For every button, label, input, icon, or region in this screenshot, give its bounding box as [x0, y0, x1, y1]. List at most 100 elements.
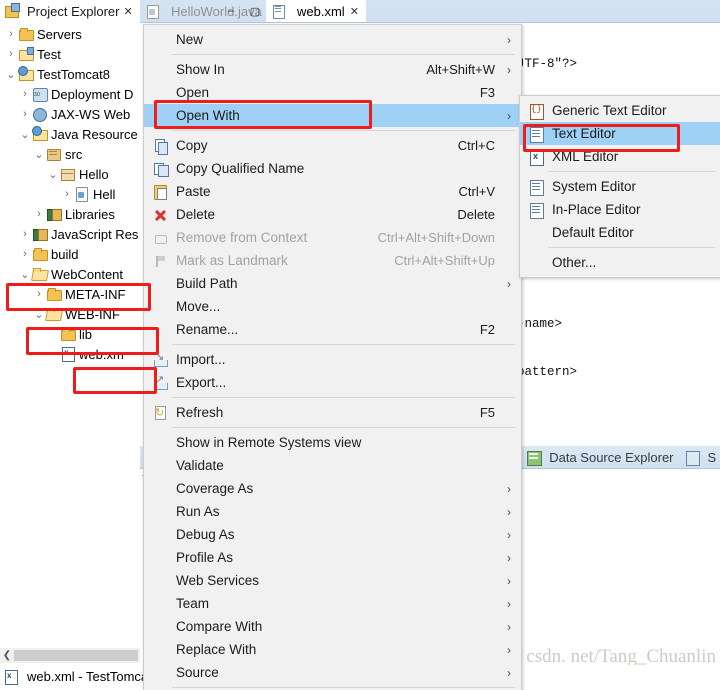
tree-item-testtomcat8[interactable]: ⌄ TestTomcat8: [0, 64, 140, 84]
export-icon-slot: [152, 373, 168, 391]
menu-item-debug-as[interactable]: Debug As ›: [144, 523, 521, 546]
xml-file-icon: [273, 3, 290, 19]
submenu-item-system-editor[interactable]: System Editor: [520, 175, 720, 198]
menu-item-import[interactable]: Import...: [144, 348, 521, 371]
submenu-item-label: System Editor: [552, 179, 637, 194]
tree-item-src[interactable]: ⌄ src: [0, 144, 140, 164]
editor-tab-webxml[interactable]: web.xml ✕: [266, 0, 366, 22]
collapse-arrow-icon[interactable]: ⌄: [4, 68, 18, 81]
menu-item-copy-qualified-name[interactable]: Copy Qualified Name: [144, 157, 521, 180]
editor-code-lower[interactable]: -name> pattern>: [517, 284, 577, 412]
tree-item-webcontent[interactable]: ⌄ WebContent: [0, 264, 140, 284]
tree-item-hell[interactable]: › Hell: [0, 184, 140, 204]
expand-arrow-icon[interactable]: ›: [18, 108, 32, 120]
tree-item-meta-inf[interactable]: › META-INF: [0, 284, 140, 304]
submenu-item-in-place-editor[interactable]: In-Place Editor: [520, 198, 720, 221]
menu-item-label: New: [176, 32, 204, 47]
menu-item-show-in-remote-systems-view[interactable]: Show in Remote Systems view: [144, 431, 521, 454]
expand-arrow-icon[interactable]: ›: [60, 188, 74, 200]
data-source-explorer-icon: [527, 450, 543, 466]
tree-item-web-inf[interactable]: ⌄ WEB-INF: [0, 304, 140, 324]
submenu-item-other[interactable]: Other...: [520, 251, 720, 274]
collapse-arrow-icon[interactable]: ⌄: [18, 128, 32, 141]
menu-item-delete[interactable]: Delete Delete: [144, 203, 521, 226]
tree-item-lib[interactable]: · lib: [0, 324, 140, 344]
menu-item-team[interactable]: Team ›: [144, 592, 521, 615]
tree-item-deployment-d[interactable]: › Deployment D: [0, 84, 140, 104]
menu-item-label: Coverage As: [176, 481, 254, 496]
menu-item-label: Copy: [176, 138, 208, 153]
open-with-submenu[interactable]: Generic Text Editor Text Editor XML Editor…: [519, 95, 720, 278]
expand-arrow-icon[interactable]: ›: [18, 248, 32, 260]
submenu-item-label: XML Editor: [552, 149, 619, 164]
collapse-arrow-icon[interactable]: ⌄: [46, 168, 60, 181]
menu-item-source[interactable]: Source ›: [144, 661, 521, 684]
menu-item-paste[interactable]: Paste Ctrl+V: [144, 180, 521, 203]
menu-item-new[interactable]: New ›: [144, 28, 521, 51]
tree-item-test[interactable]: › Test: [0, 44, 140, 64]
close-icon[interactable]: ✕: [350, 5, 359, 18]
menu-item-validate[interactable]: Validate: [144, 454, 521, 477]
explorer-horizontal-scrollbar[interactable]: ❮: [0, 648, 140, 663]
expand-arrow-icon[interactable]: ›: [18, 88, 32, 100]
tree-item-servers[interactable]: › Servers: [0, 24, 140, 44]
tree-item-label: lib: [79, 326, 93, 342]
menu-item-copy[interactable]: Copy Ctrl+C: [144, 134, 521, 157]
menu-item-coverage-as[interactable]: Coverage As ›: [144, 477, 521, 500]
tree-item-jax-ws-web[interactable]: › JAX-WS Web: [0, 104, 140, 124]
menu-item-web-services[interactable]: Web Services ›: [144, 569, 521, 592]
submenu-item-generic-text-editor[interactable]: Generic Text Editor: [520, 99, 720, 122]
menu-item-refresh[interactable]: Refresh F5: [144, 401, 521, 424]
tree-item-java-resource[interactable]: ⌄ Java Resource: [0, 124, 140, 144]
menu-item-shortcut: Ctrl+Alt+Shift+Down: [377, 230, 495, 245]
menu-item-move[interactable]: Move...: [144, 295, 521, 318]
submenu-item-text-editor[interactable]: Text Editor: [520, 122, 720, 145]
expand-arrow-icon[interactable]: ›: [4, 28, 18, 40]
maximize-button[interactable]: ▢: [246, 3, 264, 19]
tree-item-label: Libraries: [65, 206, 115, 222]
tree-item-web-xm[interactable]: · web.xm: [0, 344, 140, 364]
tree-item-label: WebContent: [51, 266, 124, 282]
collapse-arrow-icon[interactable]: ⌄: [18, 268, 32, 281]
tree-item-label: Hell: [93, 186, 116, 202]
menu-item-show-in[interactable]: Show In Alt+Shift+W ›: [144, 58, 521, 81]
expand-arrow-icon[interactable]: ›: [4, 48, 18, 60]
close-icon[interactable]: ✕: [123, 5, 132, 18]
menu-item-replace-with[interactable]: Replace With ›: [144, 638, 521, 661]
expand-arrow-icon[interactable]: ›: [32, 208, 46, 220]
collapse-arrow-icon[interactable]: ⌄: [32, 148, 46, 161]
tree-item-hello[interactable]: ⌄ Hello: [0, 164, 140, 184]
expand-arrow-icon[interactable]: ›: [18, 228, 32, 240]
minimize-button[interactable]: –: [222, 3, 240, 19]
menu-item-rename[interactable]: Rename... F2: [144, 318, 521, 341]
tree-item-build[interactable]: › build: [0, 244, 140, 264]
project-tree[interactable]: › Servers › Test ⌄ TestTomcat8 › Deployment D › J…: [0, 24, 140, 364]
generic-text-editor-icon: [528, 103, 544, 120]
menu-separator: [172, 427, 515, 428]
scrollbar-thumb[interactable]: [14, 650, 138, 661]
menu-item-open[interactable]: Open F3: [144, 81, 521, 104]
menu-item-export[interactable]: Export...: [144, 371, 521, 394]
tab-project-explorer[interactable]: Project Explorer ✕: [0, 0, 139, 22]
submenu-item-label: Other...: [552, 255, 597, 270]
menu-item-profile-as[interactable]: Profile As ›: [144, 546, 521, 569]
scroll-left-arrow[interactable]: ❮: [0, 650, 14, 661]
submenu-arrow-icon: ›: [507, 276, 511, 291]
folder-icon: [60, 326, 77, 342]
copy-icon-slot: [152, 138, 168, 155]
tree-item-javascript-res[interactable]: › JavaScript Res: [0, 224, 140, 244]
menu-item-open-with[interactable]: Open With ›: [144, 104, 521, 127]
menu-item-shortcut: Ctrl+Alt+Shift+Up: [394, 253, 495, 268]
submenu-arrow-icon: ›: [507, 481, 511, 496]
tree-item-libraries[interactable]: › Libraries: [0, 204, 140, 224]
menu-item-run-as[interactable]: Run As ›: [144, 500, 521, 523]
bottom-tab-data-source-explorer[interactable]: Data Source Explorer: [549, 450, 673, 465]
menu-item-compare-with[interactable]: Compare With ›: [144, 615, 521, 638]
collapse-arrow-icon[interactable]: ⌄: [32, 308, 46, 321]
submenu-item-default-editor[interactable]: Default Editor: [520, 221, 720, 244]
bottom-tab-servers[interactable]: S: [708, 450, 717, 465]
submenu-item-xml-editor[interactable]: XML Editor: [520, 145, 720, 168]
menu-item-build-path[interactable]: Build Path ›: [144, 272, 521, 295]
expand-arrow-icon[interactable]: ›: [32, 288, 46, 300]
context-menu[interactable]: New › Show In Alt+Shift+W › Open F3 Open With › C…: [143, 24, 522, 690]
